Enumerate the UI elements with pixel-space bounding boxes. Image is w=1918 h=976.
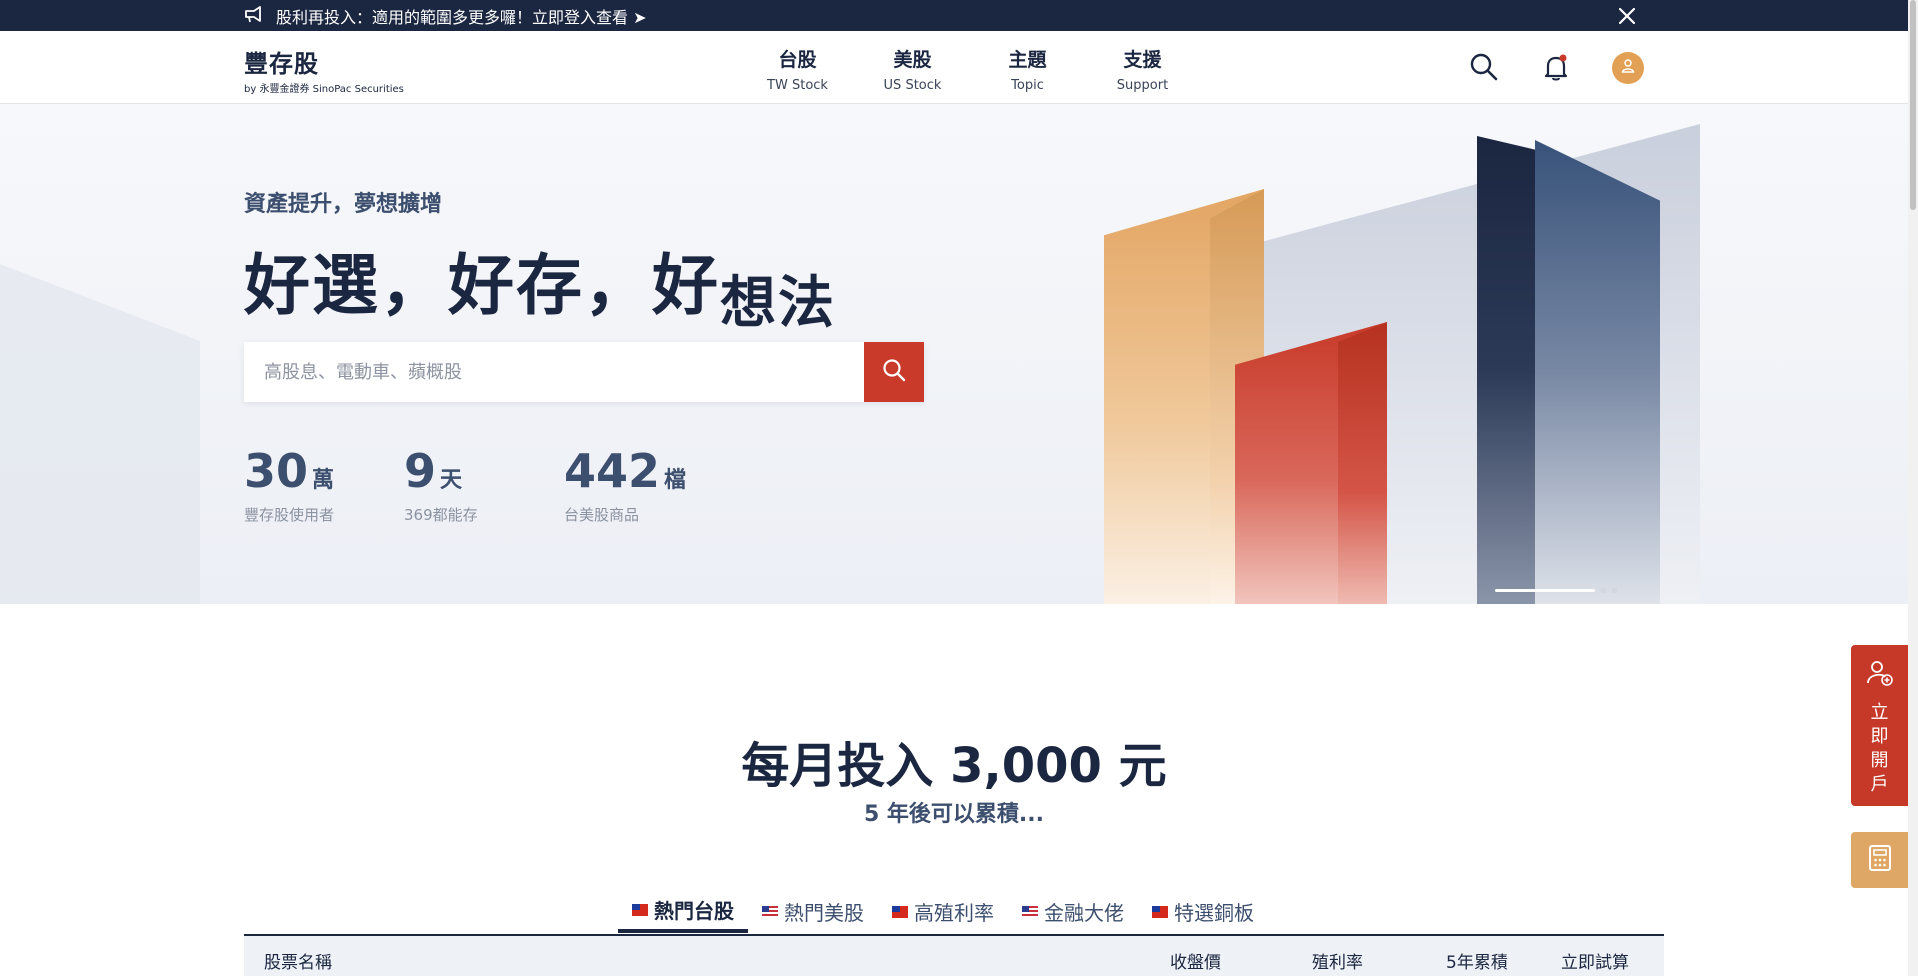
taiwan-flag-icon bbox=[632, 903, 648, 916]
brand-subtitle: by 永豐金證券 SinoPac Securities bbox=[244, 84, 404, 95]
announcement-link[interactable]: 股利再投入：適用的範圍多更多囉！立即登入查看 ➤ bbox=[276, 4, 647, 28]
section-subtitle: 5 年後可以累積... bbox=[863, 802, 1045, 827]
bell-icon[interactable] bbox=[1540, 51, 1572, 83]
search-icon bbox=[881, 357, 907, 387]
stat-label: 台美股商品 bbox=[564, 506, 640, 524]
stat-unit: 檔 bbox=[664, 468, 687, 493]
search-button[interactable] bbox=[864, 342, 924, 402]
table-header-row: 股票名稱 收盤價 殖利率 5年累積 立即試算 bbox=[244, 934, 1664, 976]
headline-small: 想法 bbox=[720, 271, 836, 336]
us-flag-icon bbox=[762, 905, 778, 918]
tab-financial-giants[interactable]: 金融大佬 bbox=[1008, 890, 1138, 933]
site-header: 豐存股 by 永豐金證券 SinoPac Securities 台股 TW St… bbox=[0, 31, 1908, 104]
tab-label: 高殖利率 bbox=[914, 901, 994, 925]
stock-category-tabs: 熱門台股 熱門美股 高殖利率 金融大佬 特選銅板 bbox=[618, 890, 1268, 933]
stat-users: 30 萬 豐存股使用者 bbox=[244, 444, 404, 525]
calculator-button[interactable] bbox=[1851, 832, 1908, 888]
tab-label: 熱門台股 bbox=[654, 899, 734, 923]
stat-number: 9 bbox=[404, 444, 437, 498]
nav-label-en: Support bbox=[1116, 78, 1169, 93]
hero-bg-shape bbox=[0, 264, 200, 604]
stat-unit: 萬 bbox=[312, 468, 335, 493]
tab-hot-us-stock[interactable]: 熱門美股 bbox=[748, 890, 878, 933]
main-nav: 台股 TW Stock 美股 US Stock 主題 Topic 支援 Supp… bbox=[740, 45, 1200, 93]
open-account-label: 立即開戶 bbox=[1851, 701, 1908, 797]
stat-products: 442 檔 台美股商品 bbox=[564, 444, 724, 525]
col-header-stock-name[interactable]: 股票名稱 bbox=[264, 948, 332, 973]
col-header-yield[interactable]: 殖利率 bbox=[1312, 948, 1363, 973]
taiwan-flag-icon bbox=[1152, 905, 1168, 918]
hero-search bbox=[244, 342, 924, 402]
stat-label: 豐存股使用者 bbox=[244, 506, 335, 524]
close-icon[interactable] bbox=[1614, 3, 1640, 29]
hero-headline: 好選，好存，好想法 bbox=[244, 232, 836, 336]
tab-label: 金融大佬 bbox=[1044, 901, 1124, 925]
hero-tagline: 資產提升，夢想擴增 bbox=[244, 192, 443, 217]
user-icon bbox=[1620, 58, 1636, 78]
open-account-button[interactable]: 立即開戶 bbox=[1851, 645, 1908, 806]
illustration-navy-building bbox=[1477, 136, 1537, 604]
search-icon[interactable] bbox=[1468, 51, 1500, 83]
nav-us-stock[interactable]: 美股 US Stock bbox=[855, 45, 970, 93]
carousel-dot[interactable] bbox=[1612, 588, 1617, 593]
nav-tw-stock[interactable]: 台股 TW Stock bbox=[740, 45, 855, 93]
tab-label: 特選銅板 bbox=[1174, 901, 1254, 925]
nav-label-zh: 主題 bbox=[1008, 49, 1047, 71]
page-scrollbar[interactable] bbox=[1908, 0, 1918, 976]
scrollbar-thumb[interactable] bbox=[1910, 0, 1916, 210]
col-header-close-price[interactable]: 收盤價 bbox=[1170, 948, 1221, 973]
tab-penny-picks[interactable]: 特選銅板 bbox=[1138, 890, 1268, 933]
us-flag-icon bbox=[1022, 905, 1038, 918]
logo[interactable]: 豐存股 by 永豐金證券 SinoPac Securities bbox=[244, 44, 404, 95]
taiwan-flag-icon bbox=[892, 905, 908, 918]
nav-label-en: US Stock bbox=[883, 78, 942, 93]
hero-banner: 資產提升，夢想擴增 好選，好存，好想法 30萬 豐存股使用者 9天 369都能存… bbox=[0, 104, 1908, 604]
illustration-red-building-side bbox=[1338, 322, 1387, 604]
megaphone-icon bbox=[244, 5, 264, 27]
nav-label-en: TW Stock bbox=[767, 78, 828, 93]
carousel-dot[interactable] bbox=[1601, 588, 1606, 593]
add-user-icon bbox=[1866, 659, 1894, 691]
nav-label-zh: 台股 bbox=[778, 49, 817, 71]
headline-main: 好選，好存，好 bbox=[244, 247, 720, 324]
open-account-text: 立即開戶 bbox=[1870, 702, 1889, 795]
illustration-navy-building-side bbox=[1535, 140, 1660, 604]
nav-label-zh: 支援 bbox=[1123, 49, 1162, 71]
carousel-dot-active[interactable] bbox=[1495, 589, 1595, 592]
nav-label-en: Topic bbox=[1011, 78, 1044, 93]
col-header-calculate: 立即試算 bbox=[1561, 953, 1629, 973]
brand-name: 豐存股 bbox=[244, 50, 319, 78]
carousel-indicator bbox=[1495, 588, 1617, 593]
nav-topic[interactable]: 主題 Topic bbox=[970, 45, 1085, 93]
stat-number: 442 bbox=[564, 444, 661, 498]
nav-label-zh: 美股 bbox=[893, 49, 932, 71]
stat-days: 9天 369都能存 bbox=[404, 444, 564, 525]
tab-hot-tw-stock[interactable]: 熱門台股 bbox=[618, 890, 748, 933]
stat-label: 369都能存 bbox=[404, 506, 478, 524]
col-header-5yr-total[interactable]: 5年累積 bbox=[1446, 948, 1508, 973]
calculator-icon bbox=[1868, 844, 1892, 876]
announcement-bar: 股利再投入：適用的範圍多更多囉！立即登入查看 ➤ bbox=[0, 0, 1918, 31]
stat-unit: 天 bbox=[440, 468, 463, 493]
section-title: 每月投入 3,000 元 bbox=[741, 738, 1167, 794]
search-input[interactable] bbox=[244, 342, 864, 402]
nav-support[interactable]: 支援 Support bbox=[1085, 45, 1200, 93]
hero-stats: 30 萬 豐存股使用者 9天 369都能存 442 檔 台美股商品 bbox=[244, 444, 724, 525]
stat-number: 30 bbox=[244, 444, 309, 498]
tab-label: 熱門美股 bbox=[784, 901, 864, 925]
user-avatar[interactable] bbox=[1612, 52, 1644, 84]
tab-high-yield[interactable]: 高殖利率 bbox=[878, 890, 1008, 933]
